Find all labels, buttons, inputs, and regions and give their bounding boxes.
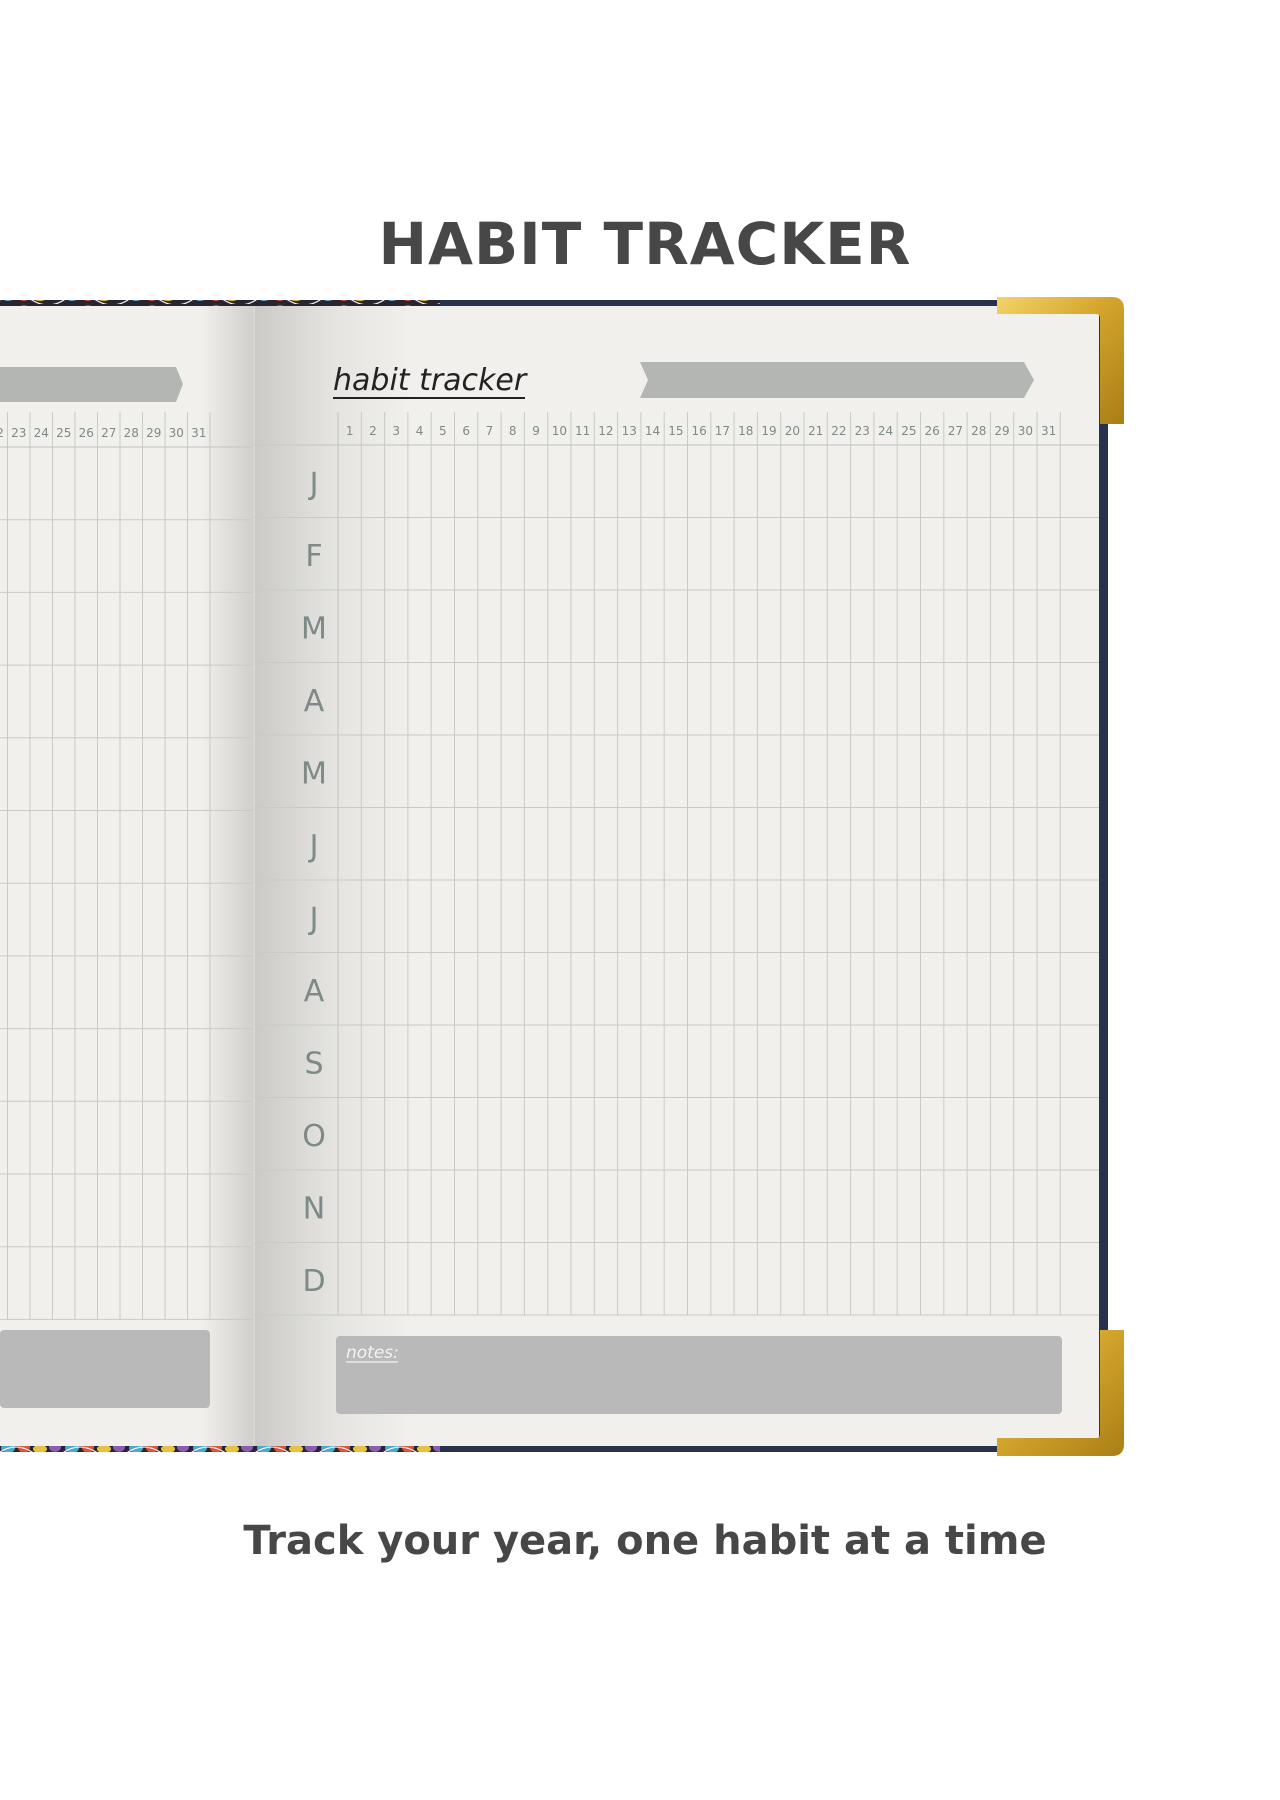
- month-label: J: [308, 829, 319, 864]
- notes-box: [336, 1336, 1062, 1414]
- day-label: 26: [79, 426, 94, 440]
- month-label: A: [304, 684, 325, 719]
- day-label: 14: [645, 424, 660, 438]
- month-label: S: [304, 1046, 323, 1081]
- month-label: F: [305, 539, 322, 574]
- day-label: 31: [1041, 424, 1056, 438]
- day-label: 15: [668, 424, 683, 438]
- day-label: 3: [392, 424, 400, 438]
- day-label: 18: [738, 424, 753, 438]
- month-label: O: [302, 1119, 326, 1154]
- day-label: 6: [462, 424, 470, 438]
- month-label: M: [301, 756, 327, 791]
- day-label: 21: [808, 424, 823, 438]
- day-label: 29: [146, 426, 161, 440]
- day-label: 27: [101, 426, 116, 440]
- day-label: 5: [439, 424, 447, 438]
- day-label: 28: [971, 424, 986, 438]
- month-label: A: [304, 974, 325, 1009]
- day-label: 27: [948, 424, 963, 438]
- left-page: 22 23 24 25 26 27 28 29 30 31: [0, 306, 254, 1446]
- day-label: 31: [191, 426, 206, 440]
- day-label: 24: [878, 424, 893, 438]
- title-tape: [640, 362, 1034, 398]
- day-label: 1: [346, 424, 354, 438]
- day-label: 25: [56, 426, 71, 440]
- month-label: J: [308, 901, 319, 936]
- day-label: 23: [855, 424, 870, 438]
- tagline: Track your year, one habit at a time: [243, 1518, 1047, 1564]
- left-page-gutter-shadow: [200, 306, 254, 1446]
- month-label: N: [303, 1191, 325, 1226]
- day-label: 2: [369, 424, 377, 438]
- day-label: 25: [901, 424, 916, 438]
- month-label: D: [302, 1264, 325, 1299]
- day-label: 11: [575, 424, 590, 438]
- tracker-title: habit tracker: [333, 363, 528, 398]
- day-label: 22: [831, 424, 846, 438]
- day-label: 22: [0, 426, 4, 440]
- day-label: 29: [994, 424, 1009, 438]
- day-label: 17: [715, 424, 730, 438]
- day-label: 8: [509, 424, 517, 438]
- day-label: 30: [1018, 424, 1033, 438]
- month-label: M: [301, 611, 327, 646]
- right-page-gutter-shadow: [254, 306, 414, 1446]
- notes-label: notes:: [346, 1343, 399, 1363]
- left-title-tape: [0, 367, 183, 402]
- day-label: 28: [124, 426, 139, 440]
- right-page: habit tracker 1 2 3 4 5 6 7 8 9 10 11 12 13 14 15 16 17 1…: [253, 306, 1099, 1446]
- day-label: 12: [598, 424, 613, 438]
- day-label: 26: [925, 424, 940, 438]
- day-label: 4: [416, 424, 424, 438]
- day-label: 20: [785, 424, 800, 438]
- day-label: 30: [169, 426, 184, 440]
- day-label: 16: [692, 424, 707, 438]
- month-label: J: [308, 466, 319, 501]
- day-label: 19: [761, 424, 776, 438]
- day-label: 13: [622, 424, 637, 438]
- day-label: 9: [532, 424, 540, 438]
- day-label: 7: [486, 424, 494, 438]
- left-notes-box: [0, 1330, 210, 1408]
- day-label: 23: [11, 426, 26, 440]
- day-label: 10: [552, 424, 567, 438]
- day-label: 24: [34, 426, 49, 440]
